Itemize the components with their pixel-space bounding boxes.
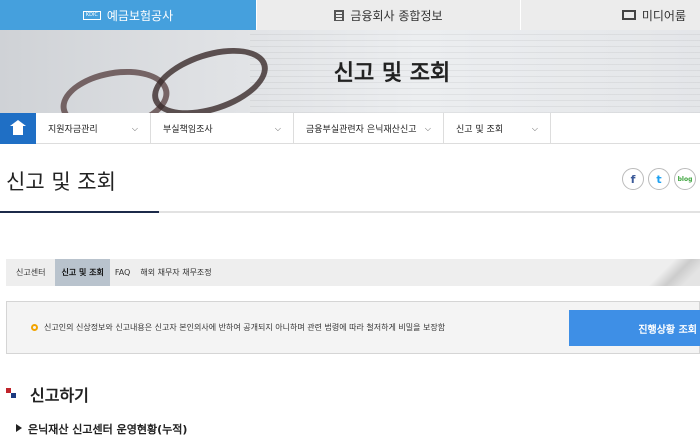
bullet-circle-icon [31, 324, 38, 331]
subtab-faq[interactable]: FAQ [110, 259, 136, 286]
twitter-icon[interactable]: t [648, 168, 670, 190]
home-icon [10, 119, 26, 135]
tab-media-room-label: 미디어룸 [641, 8, 686, 23]
chevron-down-icon: ⌵ [131, 123, 138, 133]
tab-financial-info[interactable]: 금융회사 종합정보 [256, 0, 520, 30]
subtab-overseas-debtor[interactable]: 해외 채무자 채무조정 [135, 259, 216, 286]
section-subtitle: 은닉재산 신고센터 운영현황(누적) [28, 423, 188, 436]
building-icon [334, 9, 345, 21]
page-title: 신고 및 조회 [6, 170, 116, 194]
breadcrumb-nav: 지원자금관리 ⌵ 부실책임조사 ⌵ 금융부실관련자 은닉재산신고 ⌵ 신고 및 … [0, 113, 700, 144]
blog-icon[interactable]: blog [674, 168, 696, 190]
home-button[interactable] [0, 113, 36, 144]
sub-tabs: 신고센터 신고 및 조회 FAQ 해외 채무자 채무조정 [6, 259, 700, 286]
kdic-logo-icon: KDIC [82, 10, 101, 20]
nav-item-liability[interactable]: 부실책임조사 ⌵ [151, 113, 294, 144]
title-divider [0, 211, 700, 213]
subtab-report-center[interactable]: 신고센터 [6, 259, 55, 286]
section-mark-icon [6, 388, 16, 398]
section-title: 신고하기 [30, 386, 89, 405]
triangle-bullet-icon [16, 424, 22, 432]
nav-item-hidden-asset[interactable]: 금융부실관련자 은닉재산신고 ⌵ [294, 113, 444, 144]
subtab-report-inquiry[interactable]: 신고 및 조회 [55, 259, 110, 286]
chevron-down-icon: ⌵ [274, 123, 281, 133]
chevron-down-icon: ⌵ [531, 123, 538, 133]
header-banner: 신고 및 조회 [0, 30, 700, 113]
top-bar: KDIC 예금보험공사 금융회사 종합정보 미디어룸 [0, 0, 700, 30]
nav-item-label: 신고 및 조회 [456, 125, 504, 135]
subtab-decoration [640, 259, 700, 286]
monitor-icon [621, 10, 636, 20]
status-inquiry-button[interactable]: 진행상황 조회 [569, 310, 700, 346]
nav-item-label: 지원자금관리 [48, 125, 98, 135]
nav-item-report[interactable]: 신고 및 조회 ⌵ [444, 113, 551, 144]
tab-media-room[interactable]: 미디어룸 [520, 0, 700, 30]
nav-item-support-fund[interactable]: 지원자금관리 ⌵ [36, 113, 151, 144]
social-share: f t blog [622, 168, 696, 190]
tab-kdic-label: 예금보험공사 [106, 8, 174, 23]
facebook-icon[interactable]: f [622, 168, 644, 190]
nav-item-label: 금융부실관련자 은닉재산신고 [306, 125, 417, 135]
tab-financial-info-label: 금융회사 종합정보 [350, 8, 443, 23]
banner-title: 신고 및 조회 [333, 61, 451, 86]
privacy-notice: 신고인의 신상정보와 신고내용은 신고자 본인의사에 반하여 공개되지 아니하며… [6, 301, 700, 354]
tab-kdic[interactable]: KDIC 예금보험공사 [0, 0, 256, 30]
nav-item-label: 부실책임조사 [163, 125, 213, 135]
notice-text: 신고인의 신상정보와 신고내용은 신고자 본인의사에 반하여 공개되지 아니하며… [44, 323, 446, 332]
chevron-down-icon: ⌵ [424, 123, 431, 133]
